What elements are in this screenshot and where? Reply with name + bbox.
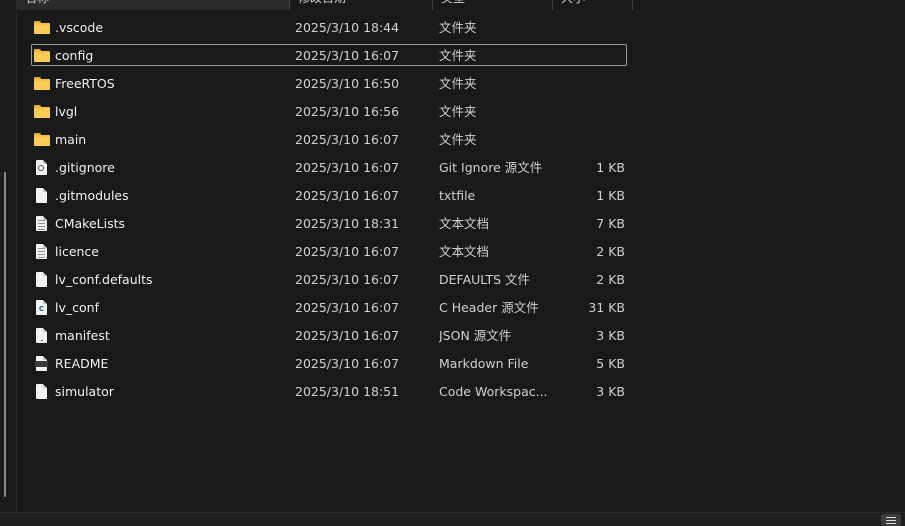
file-name[interactable]: lv_conf.defaults: [55, 266, 153, 294]
generic-file-icon: [34, 188, 51, 204]
folder-icon: [34, 104, 51, 120]
folder-icon: [34, 76, 51, 92]
file-type: 文本文档: [439, 216, 490, 231]
file-date: 2025/3/10 16:07: [295, 300, 400, 315]
file-row[interactable]: simulator 2025/3/10 18:51 Code Workspac...…: [17, 378, 637, 406]
file-date: 2025/3/10 16:07: [295, 356, 400, 371]
file-date: 2025/3/10 16:07: [295, 328, 400, 343]
file-name[interactable]: simulator: [55, 378, 114, 406]
file-size: 3 KB: [596, 384, 625, 399]
file-size: 31 KB: [588, 300, 625, 315]
file-type: Code Workspac...: [439, 384, 548, 399]
file-name[interactable]: main: [55, 126, 86, 154]
file-name[interactable]: lv_conf: [55, 294, 99, 322]
file-name[interactable]: .gitignore: [55, 154, 115, 182]
file-size: 1 KB: [596, 160, 625, 175]
markdown-file-icon: [34, 356, 51, 372]
file-size: 5 KB: [596, 356, 625, 371]
file-name[interactable]: config: [55, 42, 93, 70]
file-row[interactable]: Clv_conf 2025/3/10 16:07 C Header 源文件 31 KB: [17, 294, 637, 322]
file-explorer-window: 名称 修改日期 类型 大小 .vscode2025/3/10 18:44文件夹c…: [0, 0, 905, 526]
file-type: 文本文档: [439, 244, 490, 259]
details-view-icon[interactable]: [881, 514, 901, 526]
file-name[interactable]: .gitmodules: [55, 182, 129, 210]
file-row[interactable]: .vscode 2025/3/10 18:44 文件夹: [17, 14, 637, 42]
file-date: 2025/3/10 16:07: [295, 160, 400, 175]
text-file-icon: [34, 216, 51, 232]
file-size: 2 KB: [596, 244, 625, 259]
file-row[interactable]: licence 2025/3/10 16:07 文本文档 2 KB: [17, 238, 637, 266]
column-name-header[interactable]: 名称: [17, 0, 290, 10]
column-header: 名称 修改日期 类型 大小: [17, 0, 637, 10]
file-row[interactable]: .gitignore 2025/3/10 16:07 Git Ignore 源文件 1…: [17, 154, 637, 182]
workspace-file-icon: [34, 384, 51, 400]
file-type: 文件夹: [439, 48, 477, 63]
file-date: 2025/3/10 16:07: [295, 188, 400, 203]
file-row[interactable]: .gitmodules 2025/3/10 16:07 txtfile 1 KB: [17, 182, 637, 210]
file-row[interactable]: main 2025/3/10 16:07 文件夹: [17, 126, 637, 154]
file-date: 2025/3/10 16:50: [295, 76, 400, 91]
gitignore-file-icon: [34, 160, 51, 176]
file-name[interactable]: licence: [55, 238, 99, 266]
file-name[interactable]: manifest: [55, 322, 110, 350]
file-size: 7 KB: [596, 216, 625, 231]
file-date: 2025/3/10 16:56: [295, 104, 400, 119]
file-list: .vscode 2025/3/10 18:44 文件夹 config 2025/3/10…: [17, 14, 637, 406]
file-type: 文件夹: [439, 20, 477, 35]
file-date: 2025/3/10 16:07: [295, 272, 400, 287]
file-type: txtfile: [439, 188, 476, 203]
file-type: Markdown File: [439, 356, 529, 371]
file-row[interactable]: README 2025/3/10 16:07 Markdown File 5 KB: [17, 350, 637, 378]
file-type: 文件夹: [439, 132, 477, 147]
folder-icon: [34, 132, 51, 148]
navigation-scrollbar[interactable]: [4, 172, 6, 497]
file-date: 2025/3/10 16:07: [295, 244, 400, 259]
file-name[interactable]: lvgl: [55, 98, 77, 126]
file-row[interactable]: manifest 2025/3/10 16:07 JSON 源文件 3 KB: [17, 322, 637, 350]
file-type: JSON 源文件: [439, 328, 512, 343]
file-row[interactable]: lvgl 2025/3/10 16:56 文件夹: [17, 98, 637, 126]
file-row[interactable]: CMakeLists 2025/3/10 18:31 文本文档 7 KB: [17, 210, 637, 238]
column-date-header[interactable]: 修改日期: [290, 0, 433, 10]
file-row[interactable]: config 2025/3/10 16:07 文件夹: [17, 42, 637, 70]
file-size: 2 KB: [596, 272, 625, 287]
file-name[interactable]: README: [55, 350, 108, 378]
file-date: 2025/3/10 18:31: [295, 216, 400, 231]
text-file-icon: [34, 244, 51, 260]
navigation-pane-edge: [0, 0, 17, 512]
file-date: 2025/3/10 16:07: [295, 132, 400, 147]
file-type: Git Ignore 源文件: [439, 160, 543, 175]
file-row[interactable]: FreeRTOS 2025/3/10 16:50 文件夹: [17, 70, 637, 98]
file-size: 1 KB: [596, 188, 625, 203]
status-bar: [0, 512, 905, 526]
c-header-file-icon: C: [34, 300, 51, 316]
file-type: 文件夹: [439, 76, 477, 91]
file-date: 2025/3/10 16:07: [295, 48, 400, 63]
file-type: C Header 源文件: [439, 300, 539, 315]
json-file-icon: [34, 328, 51, 344]
file-name[interactable]: .vscode: [55, 14, 103, 42]
column-type-header[interactable]: 类型: [433, 0, 553, 10]
column-size-header[interactable]: 大小: [553, 0, 633, 10]
file-name[interactable]: FreeRTOS: [55, 70, 115, 98]
folder-icon: [34, 48, 51, 64]
file-date: 2025/3/10 18:44: [295, 20, 400, 35]
file-type: DEFAULTS 文件: [439, 272, 531, 287]
folder-icon: [34, 20, 51, 36]
file-row[interactable]: lv_conf.defaults 2025/3/10 16:07 DEFAULTS …: [17, 266, 637, 294]
file-type: 文件夹: [439, 104, 477, 119]
file-size: 3 KB: [596, 328, 625, 343]
generic-file-icon: [34, 272, 51, 288]
file-date: 2025/3/10 18:51: [295, 384, 400, 399]
file-name[interactable]: CMakeLists: [55, 210, 125, 238]
